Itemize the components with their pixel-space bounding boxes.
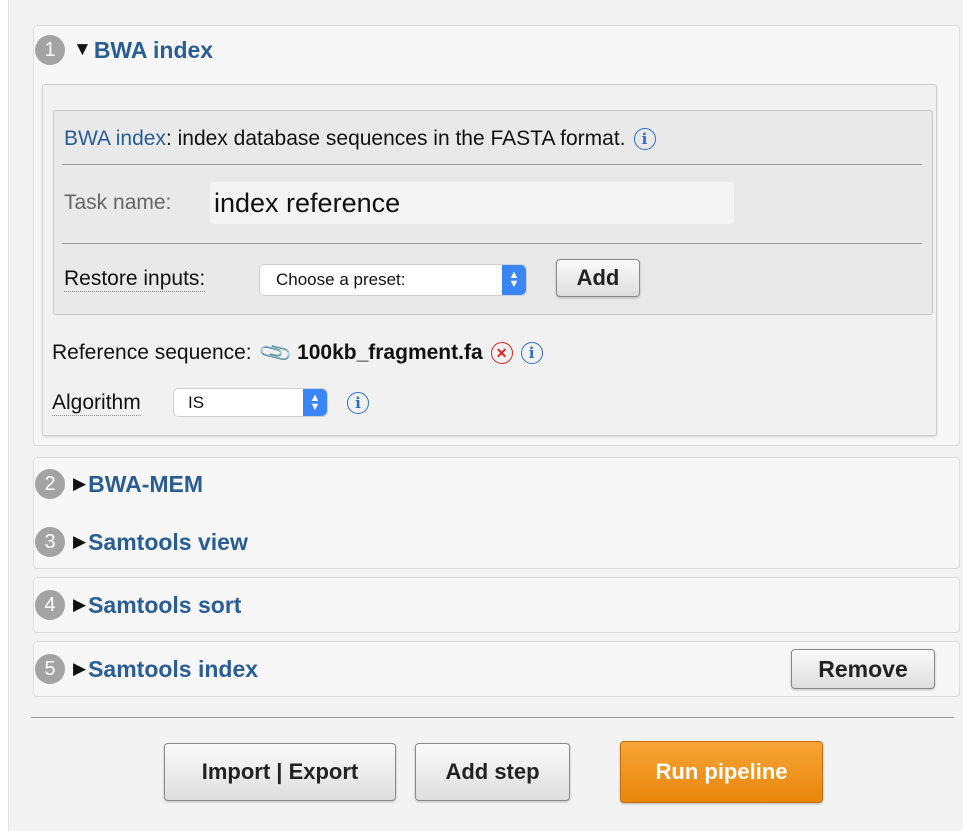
step-number-badge: 2 xyxy=(35,469,65,499)
step-3-header[interactable]: 3 ▶ Samtools view xyxy=(35,524,248,560)
preset-select-value: Choose a preset: xyxy=(276,270,406,289)
restore-inputs-row: Restore inputs: xyxy=(64,264,206,294)
step-number-badge: 3 xyxy=(35,527,65,557)
divider xyxy=(62,243,922,244)
triangle-right-icon: ▶ xyxy=(73,659,87,678)
triangle-down-icon: ▼ xyxy=(73,39,92,60)
run-pipeline-button[interactable]: Run pipeline xyxy=(620,741,823,803)
restore-inputs-label: Restore inputs: xyxy=(64,266,206,292)
info-icon[interactable]: i xyxy=(633,128,656,150)
tool-description: BWA index : index database sequences in … xyxy=(64,124,656,154)
reference-sequence-row: Reference sequence: 📎 100kb_fragment.fa … xyxy=(52,334,543,371)
step-title[interactable]: BWA-MEM xyxy=(88,471,203,498)
step-title[interactable]: Samtools index xyxy=(88,656,258,683)
reference-label: Reference sequence: xyxy=(52,341,252,364)
triangle-right-icon: ▶ xyxy=(73,595,87,614)
preset-select[interactable]: Choose a preset: ▲ ▼ xyxy=(259,264,527,296)
step-5-header[interactable]: 5 ▶ Samtools index xyxy=(35,651,258,687)
tool-name-link[interactable]: BWA index xyxy=(64,127,166,151)
step-number-badge: 5 xyxy=(35,654,65,684)
tool-description-text: : index database sequences in the FASTA … xyxy=(165,127,626,150)
info-icon[interactable]: i xyxy=(520,342,543,364)
x-circle-icon[interactable]: ✕ xyxy=(490,342,513,364)
step-title[interactable]: Samtools view xyxy=(88,529,248,556)
step-title[interactable]: Samtools sort xyxy=(88,592,241,619)
select-arrows-icon: ▲ ▼ xyxy=(303,389,327,416)
triangle-right-icon: ▶ xyxy=(73,474,87,493)
paperclip-icon: 📎 xyxy=(256,334,294,371)
add-preset-button[interactable]: Add xyxy=(556,259,640,297)
task-name-input[interactable] xyxy=(210,182,734,224)
task-name-label: Task name: xyxy=(64,191,172,214)
info-icon[interactable]: i xyxy=(347,392,369,414)
algorithm-info: i xyxy=(339,388,369,418)
algorithm-select-value: IS xyxy=(188,392,205,412)
reference-file-name[interactable]: 100kb_fragment.fa xyxy=(297,341,483,365)
add-step-button[interactable]: Add step xyxy=(415,743,570,801)
step-number-badge: 1 xyxy=(35,35,65,65)
algorithm-row: Algorithm xyxy=(52,388,141,418)
algorithm-select[interactable]: IS ▲ ▼ xyxy=(173,388,328,417)
step-4-header[interactable]: 4 ▶ Samtools sort xyxy=(35,587,241,623)
task-name-row: Task name: xyxy=(64,188,171,218)
pipeline-panel: 1 ▼ BWA index BWA index : index database… xyxy=(8,0,963,831)
step-number-badge: 4 xyxy=(35,590,65,620)
step-2-header[interactable]: 2 ▶ BWA-MEM xyxy=(35,466,203,502)
import-export-button[interactable]: Import | Export xyxy=(164,743,396,801)
step-1-header[interactable]: 1 ▼ BWA index xyxy=(35,32,213,68)
triangle-right-icon: ▶ xyxy=(73,532,87,551)
step-title[interactable]: BWA index xyxy=(94,37,213,64)
remove-step-button[interactable]: Remove xyxy=(791,649,935,689)
select-arrows-icon: ▲ ▼ xyxy=(502,265,526,295)
algorithm-label: Algorithm xyxy=(52,390,141,416)
divider xyxy=(62,164,922,165)
footer-divider xyxy=(31,717,954,718)
